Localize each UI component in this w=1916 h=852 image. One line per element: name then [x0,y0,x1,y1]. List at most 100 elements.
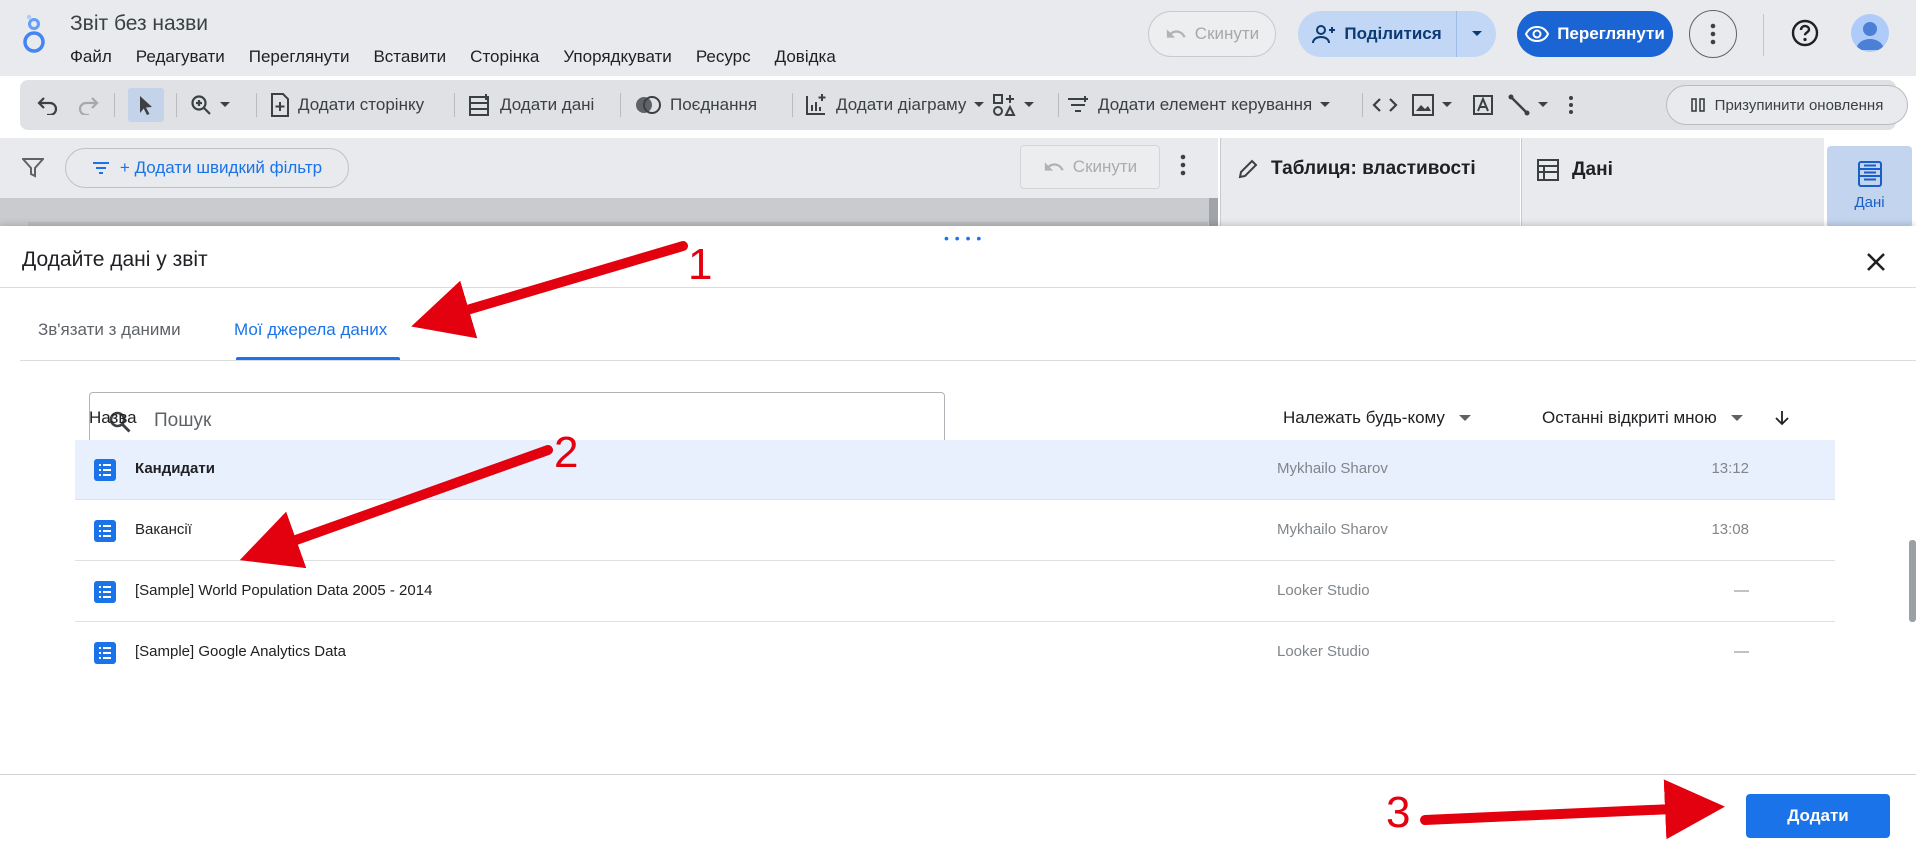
toolbar-divider [1362,93,1363,117]
embed-url-button[interactable] [1372,80,1398,130]
rail-data-tab[interactable]: Дані [1827,146,1912,228]
close-icon[interactable] [1862,248,1890,276]
pause-icon [1690,98,1705,112]
undo-icon [37,97,58,115]
filter-list-icon [1068,96,1088,112]
select-tool-icon-wrap [138,80,154,130]
column-header-owner[interactable]: Належать будь-кому [1283,408,1471,428]
pencil-icon [1238,159,1258,179]
tab-connect-to-data[interactable]: Зв'язати з даними [38,320,181,340]
table-row[interactable]: [Sample] World Population Data 2005 - 20… [75,562,1835,622]
properties-header: Таблиця: властивості [1237,158,1476,180]
blend-button[interactable]: Поєднання [634,80,757,130]
looker-studio-logo[interactable] [20,14,50,54]
annotation-number-2: 2 [554,428,579,477]
add-page-button[interactable]: Додати сторінку [270,80,424,130]
owner-filter-label: Належать будь-кому [1283,408,1445,427]
menu-arrange[interactable]: Упорядкувати [563,47,671,67]
reset-filters-button[interactable]: Скинути [1020,145,1160,189]
column-header-recent[interactable]: Останні відкриті мною [1542,408,1789,428]
table-row[interactable]: Кандидати Mykhailo Sharov 13:12 [75,440,1835,500]
row-name: Вакансії [135,521,192,538]
more-vert-icon[interactable] [1180,154,1186,176]
caret-down-icon [974,102,985,107]
data-title: Дані [1572,159,1613,180]
view-label: Переглянути [1557,24,1665,43]
help-icon[interactable] [1790,18,1820,48]
reset-label: Скинути [1194,24,1260,43]
toolbar-divider [1058,93,1059,117]
row-owner: Mykhailo Sharov [1277,460,1388,477]
caret-down-icon [1024,102,1034,107]
tab-my-data-sources[interactable]: Мої джерела даних [234,320,387,340]
menu-bar: Файл Редагувати Переглянути Вставити Сто… [70,47,860,67]
report-title[interactable]: Звіт без назви [70,12,208,36]
blend-label: Поєднання [670,95,758,114]
line-icon [1508,94,1530,116]
text-button[interactable] [1472,80,1494,130]
menu-insert[interactable]: Вставити [373,47,446,67]
menu-resource[interactable]: Ресурс [696,47,751,67]
search-input[interactable] [154,401,914,441]
menu-edit[interactable]: Редагувати [136,47,225,67]
row-time: 13:12 [1711,460,1749,477]
table-row[interactable]: [Sample] Google Analytics Data Looker St… [75,623,1835,679]
menu-view[interactable]: Переглянути [249,47,350,67]
column-header-name[interactable]: Назва [89,408,137,428]
menu-page[interactable]: Сторінка [470,47,539,67]
data-source-icon [94,581,116,603]
add-button[interactable]: Додати [1746,794,1890,838]
redo-icon [78,97,99,115]
more-vert-icon [1569,96,1573,114]
rail-data-label: Дані [1854,194,1885,211]
undo-icon [1044,162,1064,171]
share-button[interactable]: Поділитися [1298,11,1496,57]
share-dropdown[interactable] [1456,11,1496,57]
menu-help[interactable]: Довідка [775,47,836,67]
filter-list-icon [92,162,109,174]
pause-updates-button[interactable]: Призупинити оновлення [1666,85,1908,125]
add-quick-filter-button[interactable]: + Додати швидкий фільтр [65,148,349,188]
line-button[interactable] [1508,80,1548,130]
add-data-label: Додати дані [500,95,595,114]
filter-icon[interactable] [22,158,44,178]
toolbar-divider [114,93,115,117]
add-quick-filter-label: + Додати швидкий фільтр [119,158,323,177]
avatar[interactable] [1851,14,1889,52]
row-time: — [1734,643,1749,660]
arrow-down-icon[interactable] [1775,410,1789,426]
drag-handle[interactable]: • • • • [944,230,982,246]
more-options-button[interactable] [1689,10,1737,58]
code-icon [1372,98,1398,112]
toolbar-more-button[interactable] [1568,80,1574,130]
share-label: Поділитися [1344,24,1442,43]
caret-down-icon [1320,102,1331,107]
image-button[interactable] [1412,80,1452,130]
divider [20,360,1916,361]
zoom-button[interactable] [190,80,230,130]
caret-down-icon [1471,31,1482,36]
table-row[interactable]: Вакансії Mykhailo Sharov 13:08 [75,501,1835,561]
add-control-label: Додати елемент керування [1098,95,1313,114]
canvas-scrollbar[interactable] [1209,198,1218,228]
share-main[interactable]: Поділитися [1298,11,1456,57]
add-control-button[interactable]: Додати елемент керування [1066,80,1331,130]
caret-down-icon [220,102,230,107]
components-icon [993,94,1016,116]
list-scrollbar[interactable] [1909,540,1916,622]
menu-file[interactable]: Файл [70,47,112,67]
add-component-button[interactable] [992,80,1034,130]
view-button[interactable]: Переглянути [1517,11,1673,57]
undo-button[interactable] [36,80,60,130]
blend-icon [636,96,661,114]
add-chart-button[interactable]: Додати діаграму [804,80,985,130]
divider [0,774,1916,775]
add-data-icon [469,94,489,116]
add-person-icon [1312,25,1336,44]
data-panel: Дані [1521,138,1824,228]
add-data-button[interactable]: Додати дані [468,80,594,130]
reset-button[interactable]: Скинути [1148,11,1276,57]
redo-button[interactable] [76,80,100,130]
row-owner: Looker Studio [1277,582,1370,599]
image-icon [1412,94,1434,116]
